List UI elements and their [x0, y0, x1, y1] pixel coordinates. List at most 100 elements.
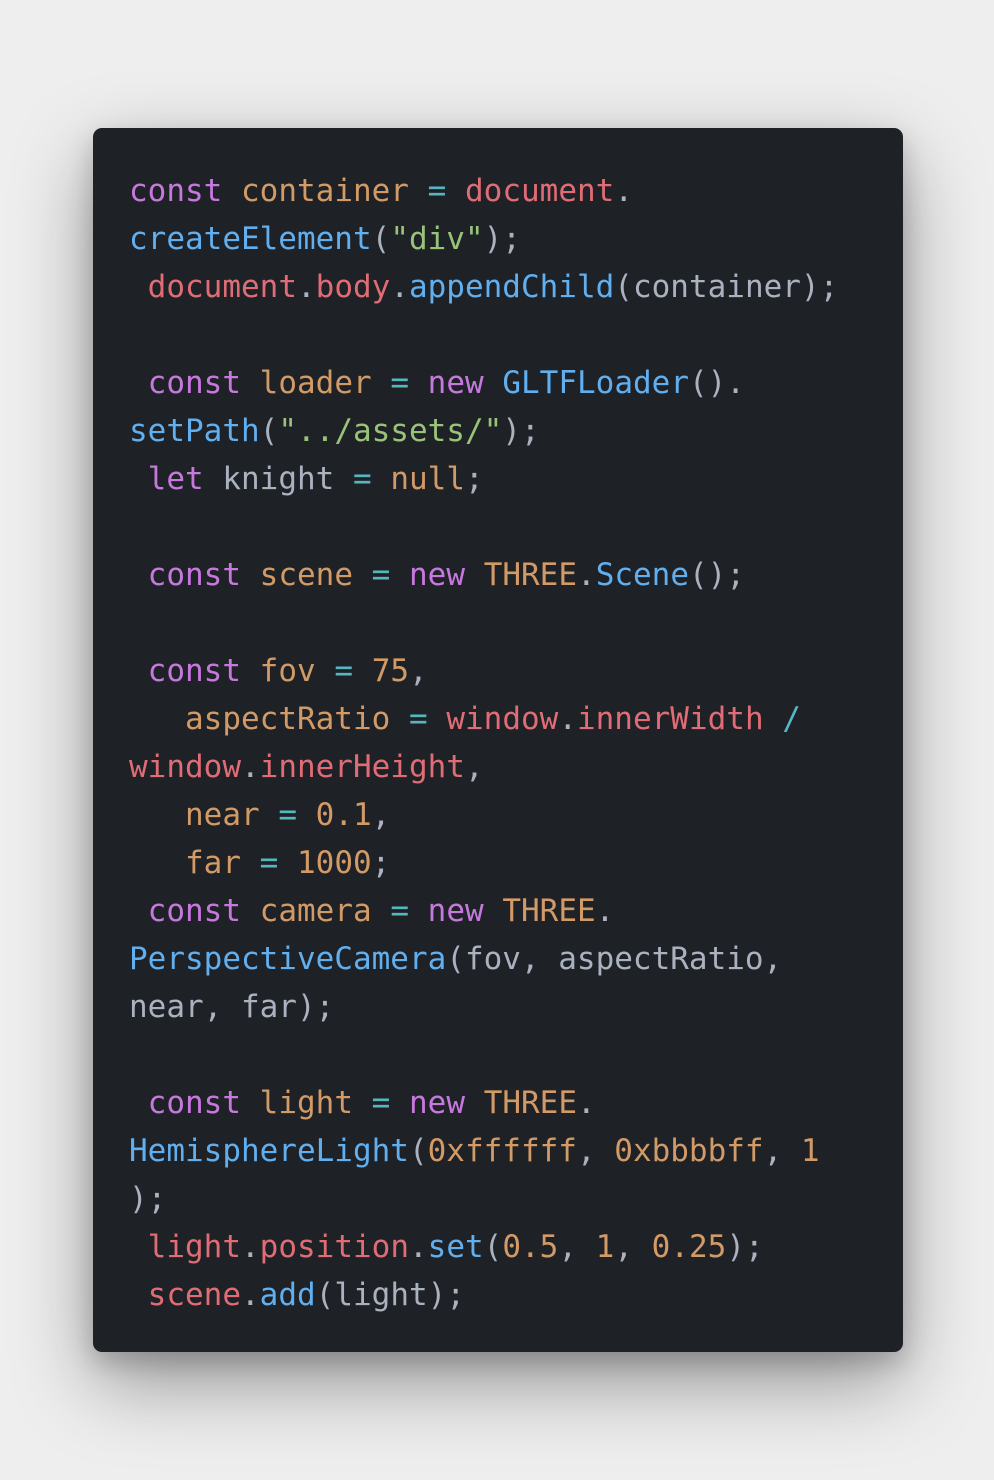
function-token: Scene	[595, 557, 690, 593]
code-line: const light = new THREE.	[129, 1079, 838, 1127]
punctuation-token: (light);	[315, 1277, 465, 1313]
code-line: const container = document.	[129, 167, 838, 215]
variable-token: light	[259, 1085, 353, 1121]
variable-token: THREE	[502, 893, 596, 929]
punctuation-token: );	[726, 1229, 764, 1265]
operator-token: =	[427, 173, 447, 209]
punctuation-token: );	[502, 413, 540, 449]
punctuation-token: (	[259, 413, 279, 449]
number-token: 1	[595, 1229, 615, 1265]
operator-token: =	[371, 557, 391, 593]
punctuation-token: .	[558, 701, 577, 737]
punctuation-token: (	[408, 1133, 428, 1169]
punctuation-token: (	[371, 221, 391, 257]
punctuation-token: ,	[763, 1133, 801, 1169]
keyword-token: new	[427, 893, 484, 929]
code-line: window.innerHeight,	[129, 743, 838, 791]
object-token: body	[315, 269, 391, 305]
plain-token: knight	[203, 461, 353, 497]
keyword-token: const	[129, 173, 223, 209]
punctuation-token: ();	[689, 557, 746, 593]
punctuation-token: .	[241, 1277, 260, 1313]
number-token: 0.25	[651, 1229, 727, 1265]
punctuation-token: .	[595, 893, 615, 929]
punctuation-token: near, far);	[129, 989, 335, 1025]
code-line: PerspectiveCamera(fov, aspectRatio,	[129, 935, 838, 983]
function-token: set	[427, 1229, 484, 1265]
punctuation-token: .	[240, 749, 260, 785]
number-token: 1	[800, 1133, 820, 1169]
variable-token: aspectRatio	[185, 701, 391, 737]
keyword-token: const	[147, 893, 241, 929]
number-token: 0xbbbbff	[614, 1133, 764, 1169]
keyword-token: const	[147, 557, 241, 593]
operator-token: =	[352, 461, 372, 497]
object-token: window	[446, 701, 559, 737]
code-line: const camera = new THREE.	[129, 887, 838, 935]
code-line: HemisphereLight(0xffffff, 0xbbbbff, 1	[129, 1127, 838, 1175]
operator-token: =	[371, 1085, 391, 1121]
code-line: const fov = 75,	[129, 647, 838, 695]
code-line: );	[129, 1175, 838, 1223]
punctuation-token: .	[390, 269, 409, 305]
code-line: far = 1000;	[129, 839, 838, 887]
object-token: innerWidth	[576, 701, 764, 737]
number-token: 0.1	[315, 797, 372, 833]
operator-token: =	[259, 845, 279, 881]
punctuation-token: );	[129, 1181, 167, 1217]
punctuation-token: ,	[409, 653, 428, 689]
operator-token: =	[390, 893, 409, 929]
function-token: createElement	[129, 221, 372, 257]
variable-token: container	[241, 173, 409, 209]
number-token: 1000	[297, 845, 372, 881]
punctuation-token: .	[241, 1229, 260, 1265]
object-token: document	[147, 269, 297, 305]
operator-token: =	[334, 653, 354, 689]
operator-token: =	[278, 797, 297, 833]
number-token: 0.5	[502, 1229, 559, 1265]
string-token: "../assets/"	[278, 413, 503, 449]
code-block: const container = document. createElement…	[129, 167, 838, 1319]
variable-token: near	[185, 797, 260, 833]
variable-token: THREE	[483, 1085, 578, 1121]
code-line: const loader = new GLTFLoader().	[129, 359, 838, 407]
code-line: near = 0.1,	[129, 791, 838, 839]
operator-token: /	[782, 701, 801, 737]
object-token: light	[147, 1229, 241, 1265]
punctuation-token: ,	[576, 1133, 615, 1169]
function-token: setPath	[129, 413, 260, 449]
object-token: innerHeight	[259, 749, 465, 785]
punctuation-token: );	[483, 221, 521, 257]
punctuation-token: .	[577, 1085, 596, 1121]
